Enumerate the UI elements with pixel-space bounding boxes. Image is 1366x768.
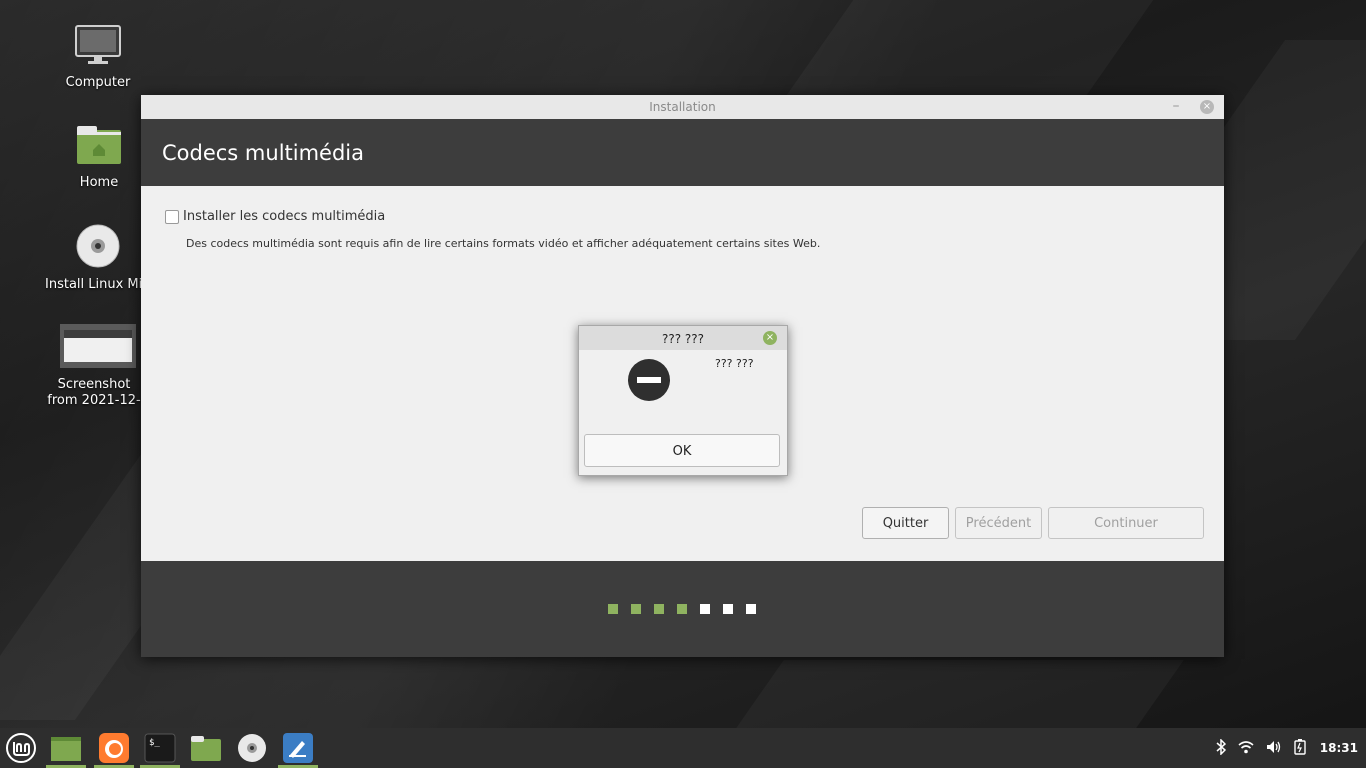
taskbar: $_ 18:31	[0, 728, 1366, 768]
dialog-message: ??? ???	[715, 357, 754, 370]
desktop-icon-label: Install Linux Mint	[45, 277, 143, 292]
error-icon	[628, 359, 670, 401]
wifi-icon[interactable]	[1238, 740, 1254, 757]
progress-step-pending	[746, 604, 756, 614]
minimize-icon[interactable]: –	[1166, 95, 1186, 119]
window-title: Installation	[649, 100, 716, 114]
error-dialog: ??? ??? × ??? ??? OK	[578, 325, 788, 476]
codecs-checkbox[interactable]	[165, 209, 179, 224]
bluetooth-icon[interactable]	[1216, 737, 1226, 758]
desktop-icon-label: Screenshot from 2021-12-20 18-...	[47, 377, 141, 408]
progress-dots	[608, 604, 756, 614]
files-icon[interactable]	[46, 732, 86, 768]
background-slab	[736, 660, 1184, 728]
desktop-icon-home[interactable]: Home	[44, 124, 154, 191]
home-folder-icon	[44, 124, 154, 171]
desktop-icon-label: Home	[79, 175, 119, 190]
desktop-icon-label: Computer	[65, 75, 131, 90]
codecs-option[interactable]: Installer les codecs multimédia	[165, 209, 385, 224]
computer-icon	[43, 24, 153, 71]
codecs-checkbox-label[interactable]: Installer les codecs multimédia	[183, 209, 385, 224]
progress-step-pending	[700, 604, 710, 614]
battery-icon[interactable]	[1294, 738, 1306, 758]
progress-footer	[141, 561, 1224, 657]
text-editor-icon[interactable]	[278, 732, 318, 768]
codecs-description: Des codecs multimédia sont requis afin d…	[186, 237, 821, 250]
progress-step-complete	[608, 604, 618, 614]
system-tray: 18:31	[1216, 728, 1366, 768]
desktop-icon-install[interactable]: Install Linux Mint	[43, 224, 153, 293]
disc-icon	[43, 224, 153, 273]
dialog-close-icon[interactable]: ×	[763, 331, 777, 345]
close-icon[interactable]: ×	[1200, 100, 1214, 114]
dialog-title: ??? ???	[661, 332, 705, 346]
quit-button[interactable]: Quitter	[862, 507, 949, 539]
progress-step-complete	[677, 604, 687, 614]
disc-icon[interactable]	[236, 732, 268, 764]
window-titlebar[interactable]: Installation – ×	[141, 95, 1224, 119]
svg-text:$_: $_	[149, 738, 160, 748]
desktop-icon-computer[interactable]: Computer	[43, 24, 153, 91]
ok-button[interactable]: OK	[584, 434, 780, 467]
terminal-icon[interactable]: $_	[140, 732, 180, 768]
progress-step-complete	[631, 604, 641, 614]
progress-step-pending	[723, 604, 733, 614]
firefox-icon[interactable]	[94, 732, 134, 768]
clock[interactable]: 18:31	[1320, 741, 1358, 755]
progress-step-complete	[654, 604, 664, 614]
folder-icon[interactable]	[190, 732, 222, 764]
screenshot-thumbnail-icon	[43, 324, 153, 373]
volume-icon[interactable]	[1266, 740, 1282, 757]
previous-button[interactable]: Précédent	[955, 507, 1042, 539]
continue-button[interactable]: Continuer	[1048, 507, 1204, 539]
dialog-titlebar: ??? ??? ×	[579, 326, 787, 350]
page-title: Codecs multimédia	[141, 119, 1224, 186]
background-slab	[786, 0, 1154, 95]
menu-icon[interactable]	[5, 732, 37, 764]
desktop-icon-screenshot[interactable]: Screenshot from 2021-12-20 18-...	[43, 324, 153, 409]
